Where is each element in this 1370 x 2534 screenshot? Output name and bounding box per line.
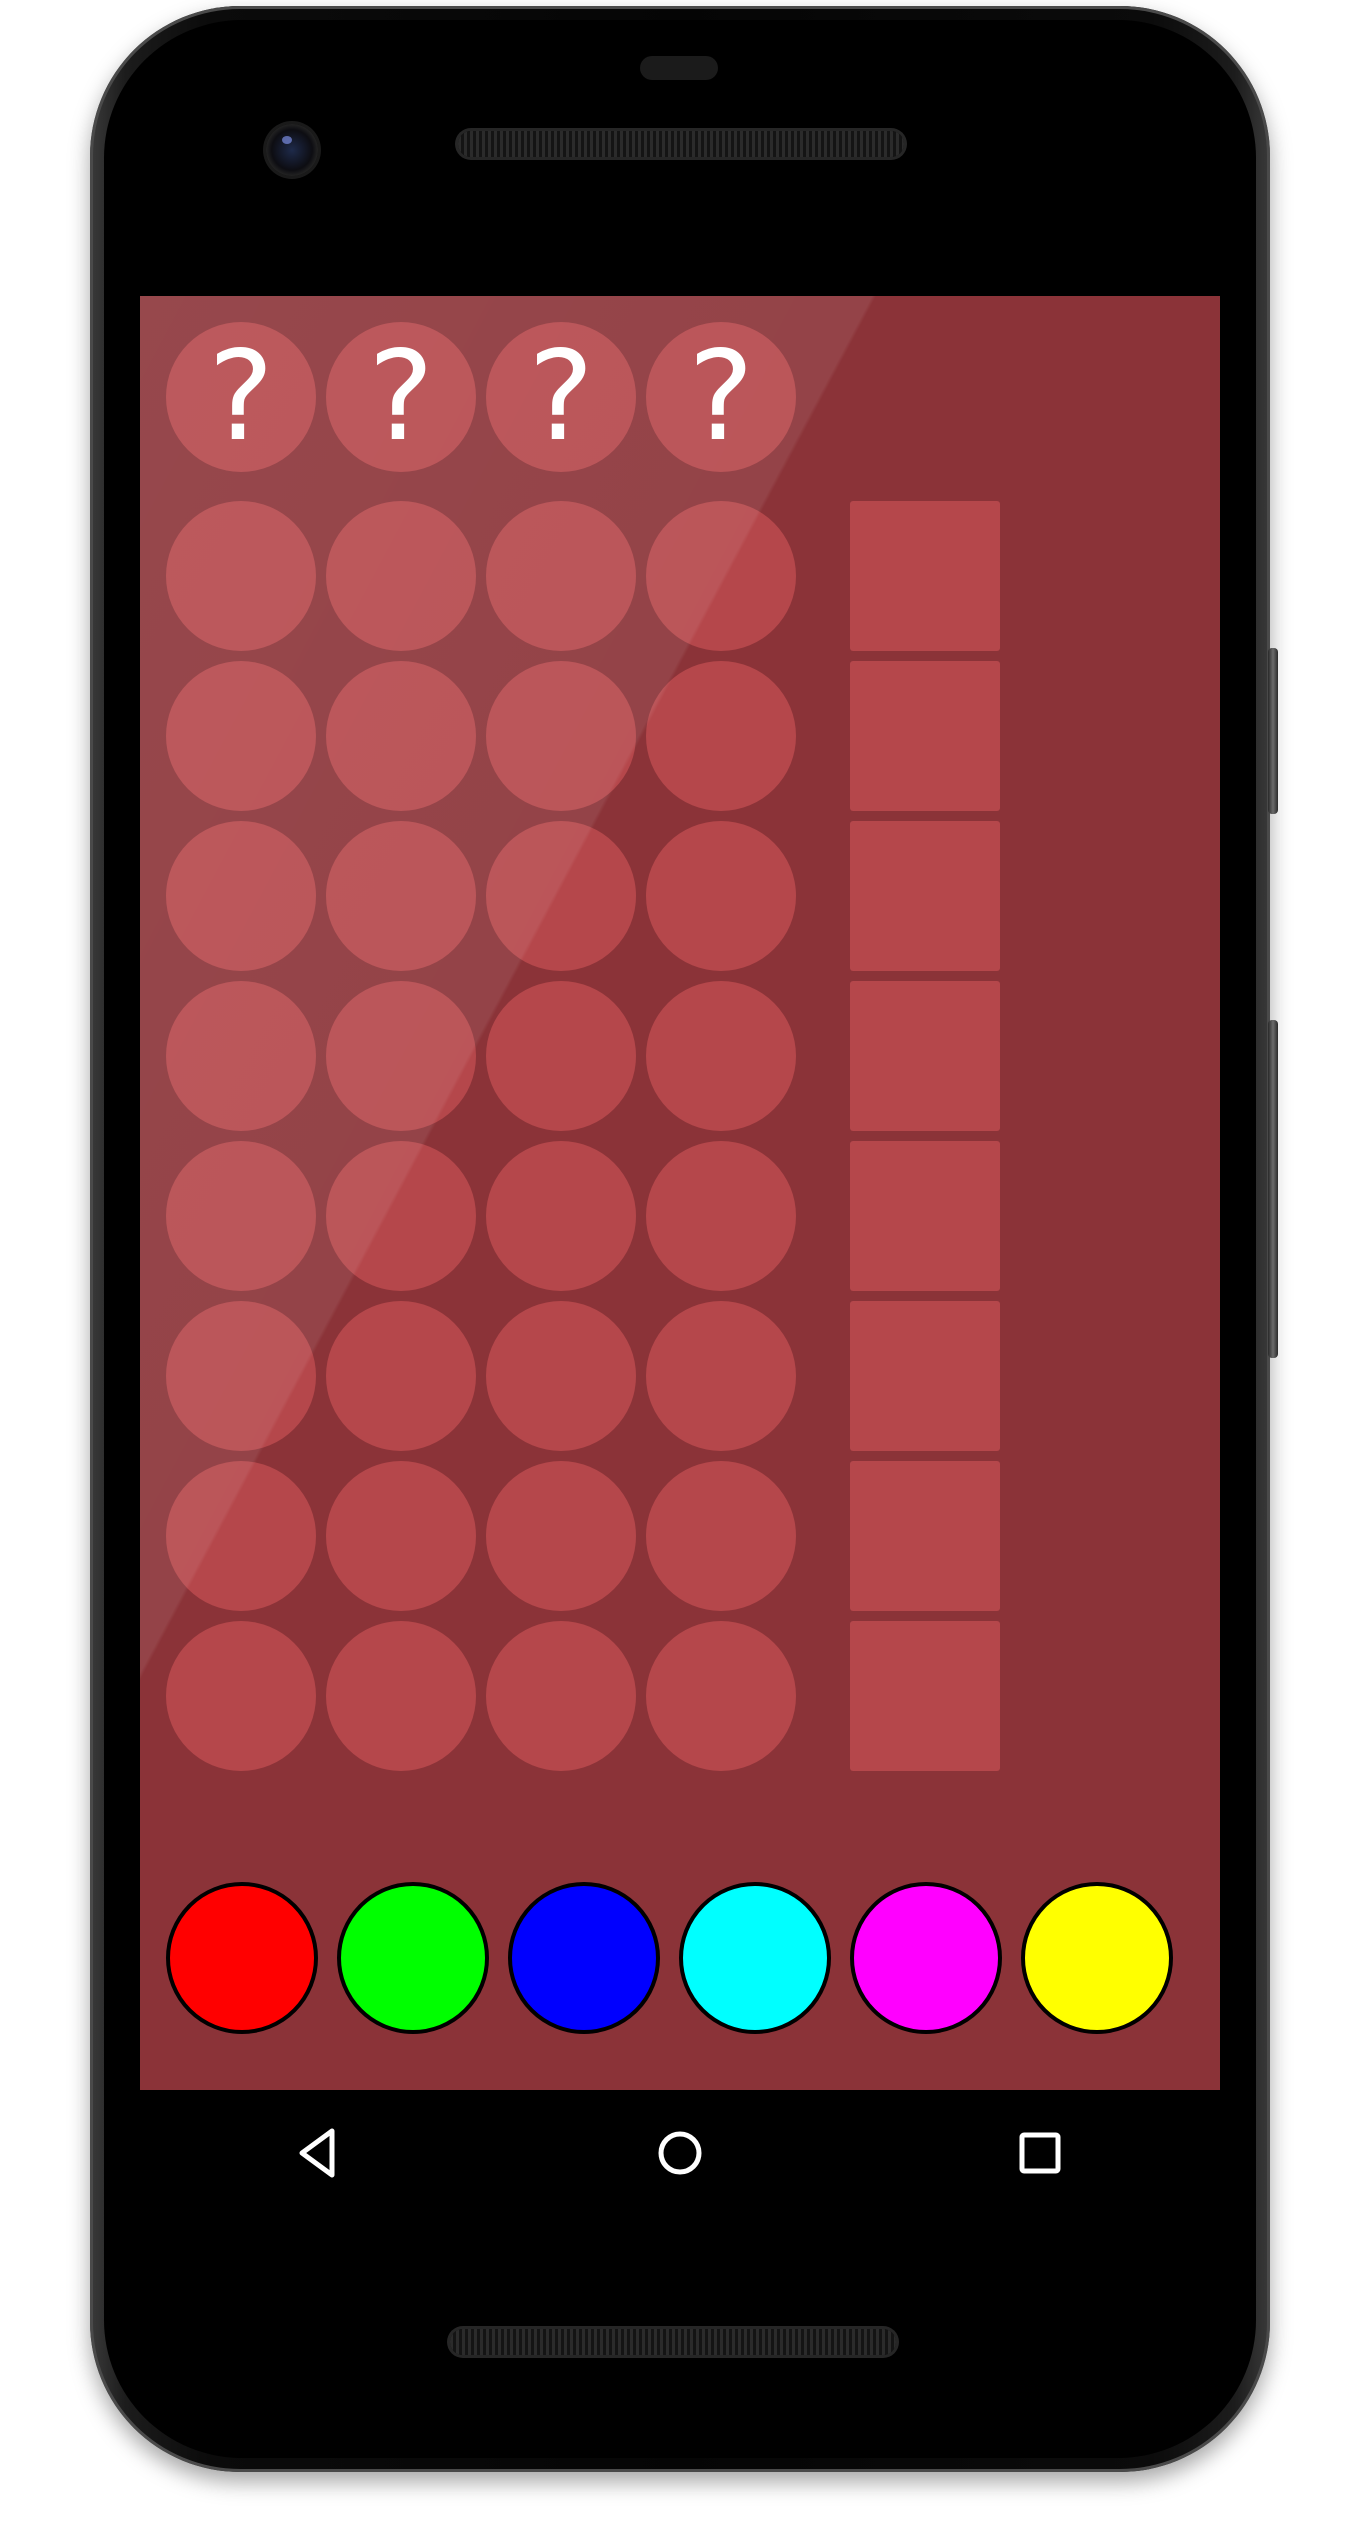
guess-peg-slot[interactable] bbox=[326, 1621, 476, 1771]
guess-peg-slot[interactable] bbox=[646, 1141, 796, 1291]
guess-peg-slot[interactable] bbox=[646, 1461, 796, 1611]
device-frame: ? ? ? ? bbox=[0, 0, 1370, 2534]
bottom-speaker-grille bbox=[450, 2329, 896, 2355]
feedback-box bbox=[850, 1461, 1000, 1611]
guess-peg-slot[interactable] bbox=[486, 661, 636, 811]
color-palette bbox=[166, 1882, 1173, 2034]
guess-peg-slot[interactable] bbox=[166, 661, 316, 811]
feedback-box bbox=[850, 661, 1000, 811]
guess-row bbox=[166, 1141, 1000, 1291]
guess-peg-slot[interactable] bbox=[326, 661, 476, 811]
circle-home-icon bbox=[658, 2131, 702, 2175]
secret-code-row: ? ? ? ? bbox=[166, 322, 796, 472]
guess-peg-slot[interactable] bbox=[166, 1461, 316, 1611]
guess-peg-slot[interactable] bbox=[166, 1621, 316, 1771]
guess-peg-slot[interactable] bbox=[646, 661, 796, 811]
triangle-back-icon bbox=[299, 2128, 335, 2178]
guess-peg-slot[interactable] bbox=[486, 1141, 636, 1291]
guess-peg-slot[interactable] bbox=[646, 981, 796, 1131]
guess-peg-slot[interactable] bbox=[646, 821, 796, 971]
feedback-box bbox=[850, 821, 1000, 971]
guess-peg-slot[interactable] bbox=[486, 821, 636, 971]
back-button[interactable] bbox=[260, 2103, 380, 2203]
guess-peg-slot[interactable] bbox=[326, 1301, 476, 1451]
volume-rocker bbox=[1268, 1020, 1278, 1358]
guess-peg-slot[interactable] bbox=[486, 1621, 636, 1771]
feedback-box bbox=[850, 981, 1000, 1131]
guess-peg-slot[interactable] bbox=[326, 981, 476, 1131]
red-color-button[interactable] bbox=[166, 1882, 318, 2034]
guess-peg-slot[interactable] bbox=[646, 1621, 796, 1771]
guess-row bbox=[166, 661, 1000, 811]
guess-row bbox=[166, 1621, 1000, 1771]
top-speaker-grille bbox=[458, 131, 904, 157]
guess-peg-slot[interactable] bbox=[326, 1461, 476, 1611]
feedback-box bbox=[850, 1141, 1000, 1291]
guess-peg-slot[interactable] bbox=[166, 1301, 316, 1451]
proximity-sensor bbox=[640, 56, 718, 80]
guess-peg-slot[interactable] bbox=[326, 1141, 476, 1291]
secret-peg: ? bbox=[326, 322, 476, 472]
cyan-color-button[interactable] bbox=[679, 1882, 831, 2034]
guess-peg-slot[interactable] bbox=[486, 1301, 636, 1451]
guess-row bbox=[166, 1461, 1000, 1611]
home-button[interactable] bbox=[620, 2103, 740, 2203]
feedback-box bbox=[850, 1301, 1000, 1451]
guess-peg-slot[interactable] bbox=[646, 1301, 796, 1451]
recents-button[interactable] bbox=[980, 2103, 1100, 2203]
system-navigation-bar bbox=[140, 2090, 1220, 2216]
yellow-color-button[interactable] bbox=[1021, 1882, 1173, 2034]
secret-peg: ? bbox=[166, 322, 316, 472]
guess-row bbox=[166, 1301, 1000, 1451]
guess-peg-slot[interactable] bbox=[646, 501, 796, 651]
guess-peg-slot[interactable] bbox=[326, 501, 476, 651]
guess-peg-slot[interactable] bbox=[166, 1141, 316, 1291]
game-screen: ? ? ? ? bbox=[140, 296, 1220, 2090]
front-camera-icon bbox=[266, 124, 318, 176]
guess-board bbox=[166, 501, 1000, 1781]
guess-row bbox=[166, 981, 1000, 1131]
guess-peg-slot[interactable] bbox=[486, 501, 636, 651]
guess-peg-slot[interactable] bbox=[166, 981, 316, 1131]
secret-peg: ? bbox=[646, 322, 796, 472]
guess-peg-slot[interactable] bbox=[486, 981, 636, 1131]
green-color-button[interactable] bbox=[337, 1882, 489, 2034]
secret-peg: ? bbox=[486, 322, 636, 472]
guess-peg-slot[interactable] bbox=[166, 501, 316, 651]
guess-peg-slot[interactable] bbox=[166, 821, 316, 971]
guess-row bbox=[166, 501, 1000, 651]
magenta-color-button[interactable] bbox=[850, 1882, 1002, 2034]
guess-row bbox=[166, 821, 1000, 971]
square-recents-icon bbox=[1019, 2132, 1061, 2174]
feedback-box bbox=[850, 501, 1000, 651]
blue-color-button[interactable] bbox=[508, 1882, 660, 2034]
guess-peg-slot[interactable] bbox=[486, 1461, 636, 1611]
feedback-box bbox=[850, 1621, 1000, 1771]
power-button bbox=[1268, 648, 1278, 814]
guess-peg-slot[interactable] bbox=[326, 821, 476, 971]
